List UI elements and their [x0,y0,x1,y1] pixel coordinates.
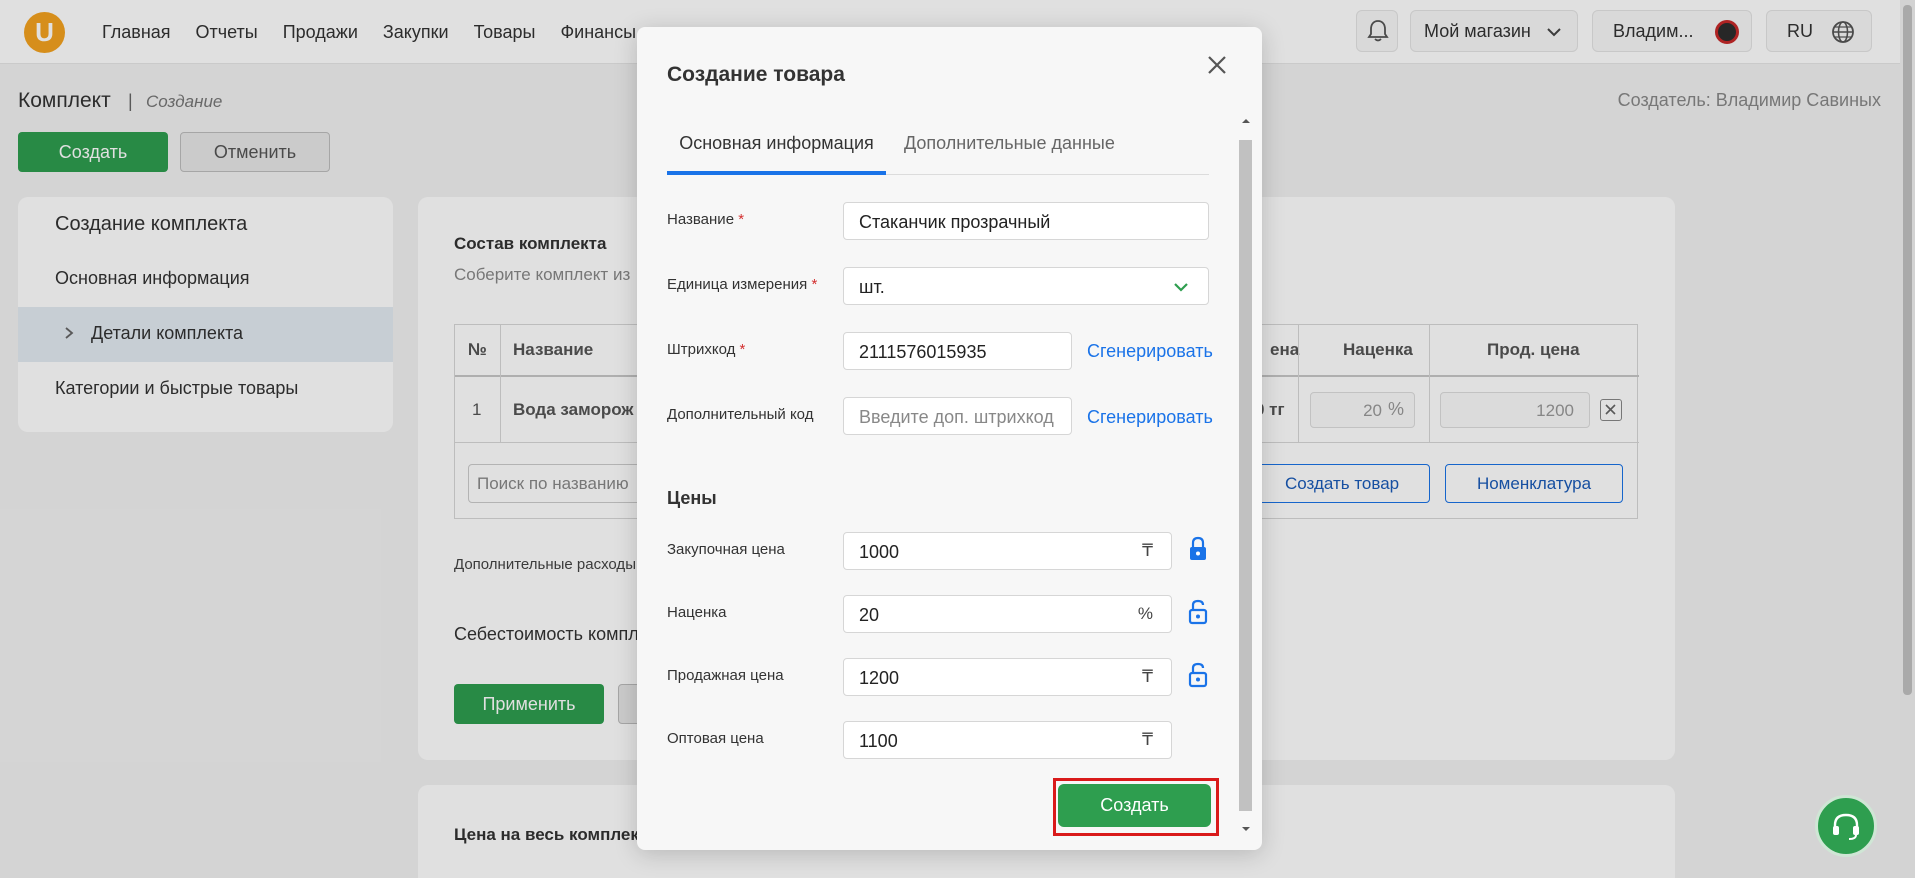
extra-code-input[interactable]: Введите доп. штрихкод [843,397,1072,435]
unit-label-text: Единица измерения [667,276,808,293]
wholesale-price-input[interactable]: 1100 ₸ [843,721,1172,759]
tab-additional-data[interactable]: Дополнительные данные [904,133,1115,154]
required-mark: * [738,211,745,228]
close-icon[interactable] [1203,51,1231,79]
required-mark: * [811,276,818,293]
create-product-modal: Создание товара Основная информация Допо… [637,27,1262,850]
markup-label: Наценка [667,604,727,621]
sale-price-input[interactable]: 1200 ₸ [843,658,1172,696]
create-product-submit-button[interactable]: Создать [1058,784,1211,827]
modal-tabs: Основная информация Дополнительные данны… [667,133,1209,175]
lock-closed-icon[interactable] [1187,536,1209,562]
purchase-price-value: 1000 [859,542,900,562]
generate-barcode-link[interactable]: Сгенерировать [1087,341,1213,362]
required-mark: * [739,341,746,358]
barcode-label: Штрихкод * [667,341,745,358]
percent-sign: % [1137,604,1153,623]
markup-value: 20 [859,605,880,625]
scroll-up-icon[interactable] [1238,115,1254,127]
name-input[interactable]: Стаканчик прозрачный [843,202,1209,240]
prices-heading: Цены [667,488,717,508]
unit-label: Единица измерения * [667,276,817,293]
wholesale-price-label: Оптовая цена [667,730,764,747]
barcode-input[interactable]: 2111576015935 [843,332,1072,370]
chevron-down-icon [1174,283,1188,292]
currency-sign: ₸ [1142,730,1153,749]
wholesale-price-value: 1100 [859,731,898,751]
generate-extra-code-link[interactable]: Сгенерировать [1087,407,1213,428]
extra-code-label: Дополнительный код [667,406,814,423]
unit-select[interactable]: шт. [843,267,1209,305]
purchase-price-input[interactable]: 1000 ₸ [843,532,1172,570]
support-chat-button[interactable] [1815,795,1877,857]
headset-icon [1833,813,1859,840]
scroll-down-icon[interactable] [1238,823,1254,835]
sale-price-label: Продажная цена [667,667,784,684]
modal-title: Создание товара [667,63,845,86]
currency-sign: ₸ [1142,541,1153,560]
sale-price-value: 1200 [859,668,900,688]
purchase-price-label: Закупочная цена [667,541,785,558]
unit-value: шт. [859,277,885,297]
name-label-text: Название [667,211,735,228]
name-label: Название * [667,211,744,228]
currency-sign: ₸ [1142,667,1153,686]
lock-open-icon[interactable] [1187,662,1209,688]
markup-input[interactable]: 20 % [843,595,1172,633]
barcode-label-text: Штрихкод [667,341,736,358]
modal-scrollbar-thumb[interactable] [1239,140,1252,811]
tab-main-info[interactable]: Основная информация [667,133,886,175]
lock-open-icon[interactable] [1187,599,1209,625]
